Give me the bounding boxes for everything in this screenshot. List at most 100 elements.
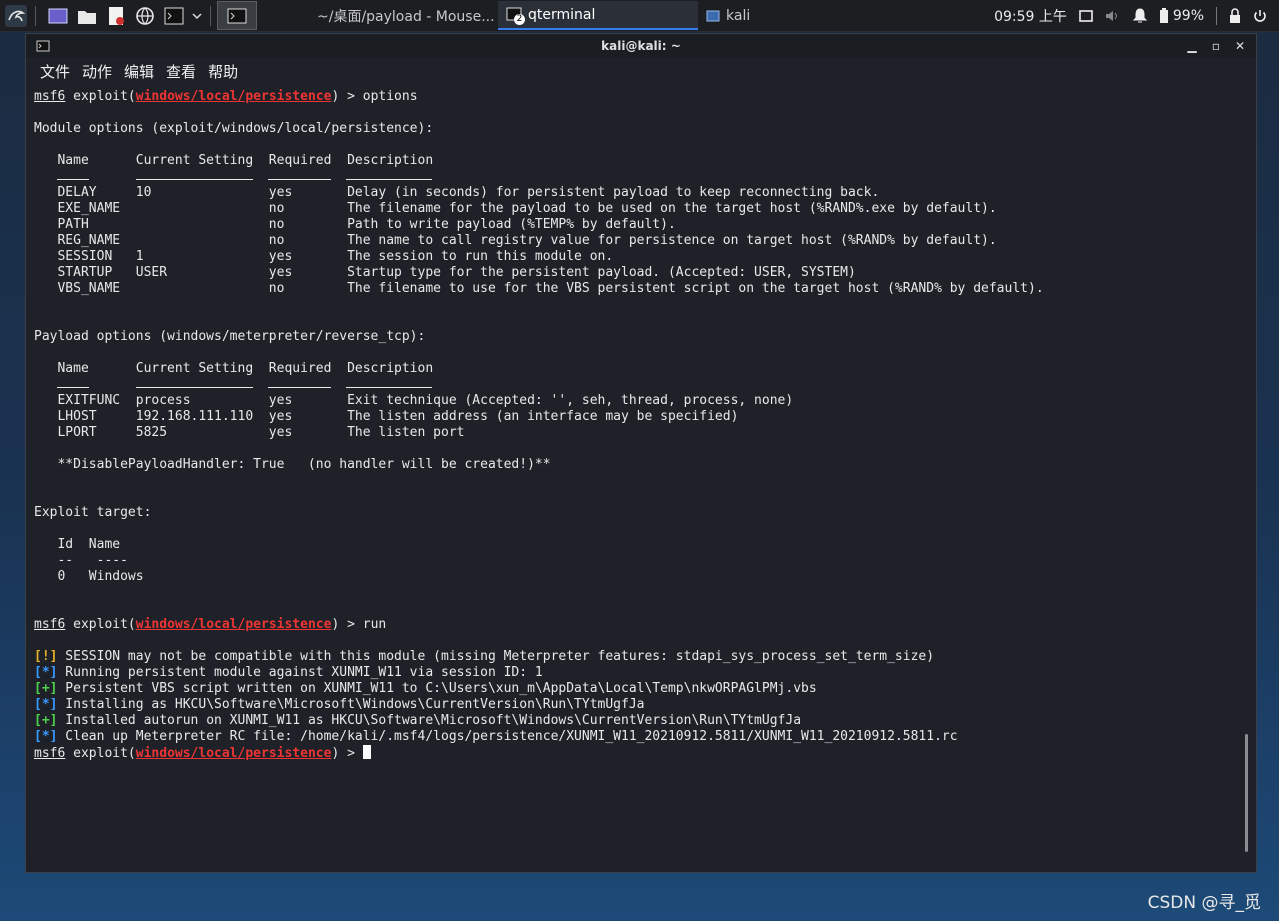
table-row: PATH no Path to write payload (%TEMP% by… [34,217,676,232]
handler-note: **DisablePayloadHandler: True (no handle… [34,457,551,472]
terminal-icon: 2 [506,7,525,25]
output-line: [+] Installed autorun on XUNMI_W11 as HK… [34,713,802,728]
prompt-prefix: msf6 [34,617,66,632]
output-line: [*] Clean up Meterpreter RC file: /home/… [34,729,958,744]
section-header: Exploit target: [34,505,152,520]
output-line: [!] SESSION may not be compatible with t… [34,649,935,664]
kali-dragon-icon [5,4,27,27]
minimize-button[interactable]: ▁ [1186,39,1198,53]
table-row: STARTUP USER yes Startup type for the pe… [34,265,856,280]
terminal-output[interactable]: msf6 exploit(windows/local/persistence) … [34,89,1234,869]
bell-icon[interactable] [1132,7,1147,24]
status-tag: [*] [34,697,58,712]
menu-edit[interactable]: 编辑 [118,61,160,82]
editor-launcher[interactable] [103,3,129,29]
desktop-icon [48,8,68,23]
table-row: DELAY 10 yes Delay (in seconds) for pers… [34,185,880,200]
system-tray: 09:59 上午 99% [994,6,1279,26]
table-underline [34,377,1234,393]
window-titlebar[interactable]: kali@kali: ~ ▁ ▫ ✕ [26,34,1256,58]
output-line: [*] Running persistent module against XU… [34,665,543,680]
table-row: VBS_NAME no The filename to use for the … [34,281,1044,296]
header-underline [346,378,433,388]
terminal-icon [227,8,247,23]
taskbar-item-kali[interactable]: kali [698,1,898,30]
display-icon[interactable] [1079,9,1093,22]
menu-file[interactable]: 文件 [34,61,76,82]
taskbar-label: kali [726,7,751,24]
status-tag: [+] [34,713,58,728]
window-count-badge: 2 [514,13,525,25]
section-header: Payload options (windows/meterpreter/rev… [34,329,426,344]
header-underline [57,170,89,180]
files-launcher[interactable] [74,3,100,29]
menu-help[interactable]: 帮助 [202,61,244,82]
section-header: Module options (exploit/windows/local/pe… [34,121,434,136]
header-underline [346,170,433,180]
table-row: EXE_NAME no The filename for the payload… [34,201,997,216]
browser-launcher[interactable] [132,3,158,29]
panel-separator [35,5,36,26]
status-tag: [!] [34,649,58,664]
table-row: SESSION 1 yes The session to run this mo… [34,249,614,264]
battery-indicator[interactable]: 99% [1159,7,1204,24]
chevron-down-icon [192,12,202,19]
launcher-dropdown[interactable] [190,3,204,29]
close-button[interactable]: ✕ [1234,39,1246,53]
module-name: windows/local/persistence [135,617,332,632]
folder-icon [78,10,96,24]
scrollbar-thumb[interactable] [1245,734,1248,852]
header-underline [135,378,253,388]
prompt-line: msf6 exploit(windows/local/persistence) … [34,89,418,104]
taskbar-label: qterminal [528,6,596,23]
status-tag: [*] [34,665,58,680]
battery-icon [1159,7,1168,23]
prompt-line: msf6 exploit(windows/local/persistence) … [34,745,1234,761]
window-title: kali@kali: ~ [601,39,681,53]
globe-icon [136,6,154,25]
table-underline: -- ---- [34,553,128,568]
header-underline [268,170,331,180]
header-underline [57,378,89,388]
panel-separator [210,5,211,26]
taskbar-item-mousepad[interactable]: ~/桌面/payload - Mouse... [303,1,498,30]
volume-icon[interactable] [1105,9,1121,23]
kali-menu-button[interactable] [3,3,29,29]
top-panel: ~/桌面/payload - Mouse... 2 qterminal kali… [0,0,1279,32]
workspace-switcher[interactable] [217,1,257,30]
lock-icon[interactable] [1229,7,1241,24]
header-underline [135,170,253,180]
taskbar-item-qterminal[interactable]: 2 qterminal [498,1,698,30]
text-cursor [362,745,371,759]
terminal-launcher[interactable] [161,3,187,29]
table-underline [34,169,1234,185]
prompt-prefix: msf6 [34,89,66,104]
menu-view[interactable]: 查看 [160,61,202,82]
status-tag: [*] [34,729,58,744]
output-line: [*] Installing as HKCU\Software\Microsof… [34,697,645,712]
battery-percent: 99% [1172,7,1204,24]
show-desktop-button[interactable] [45,3,71,29]
table-row: LHOST 192.168.111.110 yes The listen add… [34,409,739,424]
menu-actions[interactable]: 动作 [76,61,118,82]
table-row: REG_NAME no The name to call registry va… [34,233,997,248]
module-name: windows/local/persistence [135,89,332,104]
menu-bar: 文件 动作 编辑 查看 帮助 [26,58,1256,84]
table-row: 0 Windows [34,569,144,584]
command-text: options [362,89,418,104]
command-text: run [362,617,387,632]
module-name: windows/local/persistence [135,746,332,761]
maximize-button[interactable]: ▫ [1210,39,1222,53]
power-icon[interactable] [1253,9,1267,23]
clock[interactable]: 09:59 上午 [994,6,1067,26]
table-row: LPORT 5825 yes The listen port [34,425,465,440]
